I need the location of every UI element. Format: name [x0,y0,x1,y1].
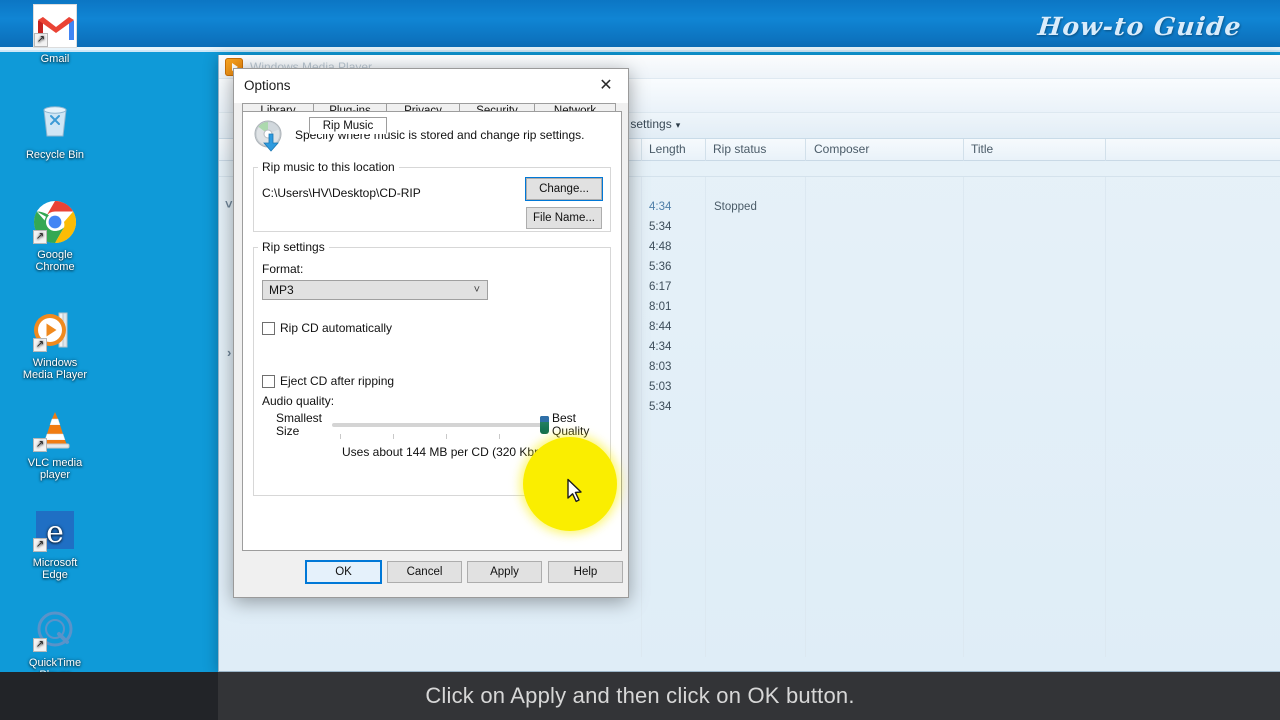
tab-page-rip-music: Specify where music is stored and change… [242,111,622,551]
desktop-icon-label: Gmail [40,53,70,65]
desktop: How-to Guide Gmail [0,0,1280,720]
close-icon[interactable]: ✕ [584,69,628,101]
desktop-icon-quicktime[interactable]: QuickTime Player [0,608,110,681]
desktop-icon-chrome[interactable]: Google Chrome [0,200,110,273]
file-name-button[interactable]: File Name... [526,207,602,229]
slider-min-label-line2: Size [276,424,300,438]
cell-length: 4:48 [649,241,672,253]
how-to-guide-watermark: How-to Guide [1036,12,1244,41]
cell-length: 5:34 [649,401,672,413]
desktop-icon-edge[interactable]: e Microsoft Edge [0,508,110,581]
cell-length: 8:01 [649,301,672,313]
checkbox-box [262,321,275,335]
ok-button[interactable]: OK [305,560,382,584]
cell-length: 5:36 [649,261,672,273]
column-header-composer[interactable]: Composer [814,142,869,156]
desktop-icon-recycle-bin[interactable]: Recycle Bin [0,100,110,161]
rip-location-legend: Rip music to this location [262,160,395,174]
desktop-icon-windows-media-player[interactable]: Windows Media Player [0,308,110,381]
chrome-icon [33,200,77,244]
quicktime-icon [33,608,77,652]
quality-description: Uses about 144 MB per CD (320 Kbps) [342,445,551,459]
chevron-down-icon: ▾ [675,120,681,130]
shortcut-arrow-icon [33,638,47,652]
shortcut-arrow-icon [33,538,47,552]
desktop-icon-label: Recycle Bin [25,149,85,161]
taskbar-strip [0,672,218,720]
slider-min-label-line1: Smallest [276,411,323,425]
rip-location-path: C:\Users\HV\Desktop\CD-RIP [262,186,421,200]
cell-length: 4:34 [649,201,672,213]
desktop-icon-label: Google Chrome [35,249,75,273]
cell-length: 6:17 [649,281,672,293]
cell-length: 4:34 [649,341,672,353]
shortcut-arrow-icon [33,338,47,352]
cell-length: 5:03 [649,381,672,393]
shortcut-arrow-icon [33,438,47,452]
slider-max-label-line1: Best [552,411,577,425]
desktop-icon-label: VLC media player [27,457,83,481]
checkbox-box [262,374,275,388]
rip-settings-group: Rip settings Format: MP3 ˅ Rip CD automa… [253,240,611,496]
column-header-length[interactable]: Length [649,142,686,156]
rip-location-group: Rip music to this location C:\Users\HV\D… [253,160,611,232]
chevron-down-icon: ˅ [473,284,480,296]
top-banner: How-to Guide [0,0,1280,52]
desktop-icon-gmail[interactable]: Gmail [0,4,110,65]
chevron-down-icon[interactable]: ˅ [225,197,233,212]
format-select-value: MP3 [269,283,294,297]
caption-text: Click on Apply and then click on OK butt… [425,683,855,708]
recycle-bin-icon [33,100,77,144]
dialog-title: Options [244,78,291,93]
audio-quality-label: Audio quality: [262,394,335,408]
column-header-rip-status[interactable]: Rip status [713,142,766,156]
apply-button[interactable]: Apply [467,561,542,583]
options-dialog: Options ✕ Library Plug-ins Privacy Secur… [233,68,629,598]
gmail-icon [33,4,77,48]
cell-rip-status: Stopped [714,201,757,213]
eject-cd-after-ripping-label: Eject CD after ripping [280,374,395,388]
slider-max-label-line2: Quality [552,424,590,438]
eject-cd-after-ripping-checkbox[interactable]: Eject CD after ripping [262,374,394,388]
tab-page-header: Specify where music is stored and change… [253,118,613,154]
format-label: Format: [262,262,304,276]
column-header-title[interactable]: Title [971,142,993,156]
audio-quality-slider-wrap: Smallest Size Best Quality Uses about 14… [262,412,602,472]
cd-rip-icon [253,120,285,152]
rip-settings-legend: Rip settings [262,240,325,254]
slider-max-label: Best Quality [552,412,589,438]
slider-thumb[interactable] [540,416,549,434]
svg-text:e: e [46,515,64,550]
cell-length: 8:44 [649,321,672,333]
cancel-button[interactable]: Cancel [387,561,462,583]
audio-quality-slider[interactable] [332,423,544,427]
mouse-cursor-icon [567,478,582,503]
desktop-icon-vlc[interactable]: VLC media player [0,408,110,481]
desktop-icon-label: Microsoft Edge [32,557,78,581]
edge-icon: e [33,508,77,552]
shortcut-arrow-icon [33,230,47,244]
change-button[interactable]: Change... [525,177,603,201]
tab-rip-music[interactable]: Rip Music [309,117,387,134]
wmp-icon [33,308,77,352]
dialog-titlebar[interactable]: Options ✕ [234,69,628,103]
dialog-button-bar: OK Cancel Apply Help [234,551,628,597]
cell-length: 5:34 [649,221,672,233]
help-button[interactable]: Help [548,561,623,583]
format-select[interactable]: MP3 ˅ [262,280,488,300]
vlc-icon [33,408,77,452]
cell-length: 8:03 [649,361,672,373]
shortcut-arrow-icon [34,33,48,47]
rip-cd-automatically-checkbox[interactable]: Rip CD automatically [262,321,392,335]
chevron-right-icon[interactable]: › [227,345,231,360]
slider-min-label: Smallest Size [276,412,322,438]
desktop-icon-label: Windows Media Player [22,357,88,381]
rip-cd-automatically-label: Rip CD automatically [280,321,393,335]
